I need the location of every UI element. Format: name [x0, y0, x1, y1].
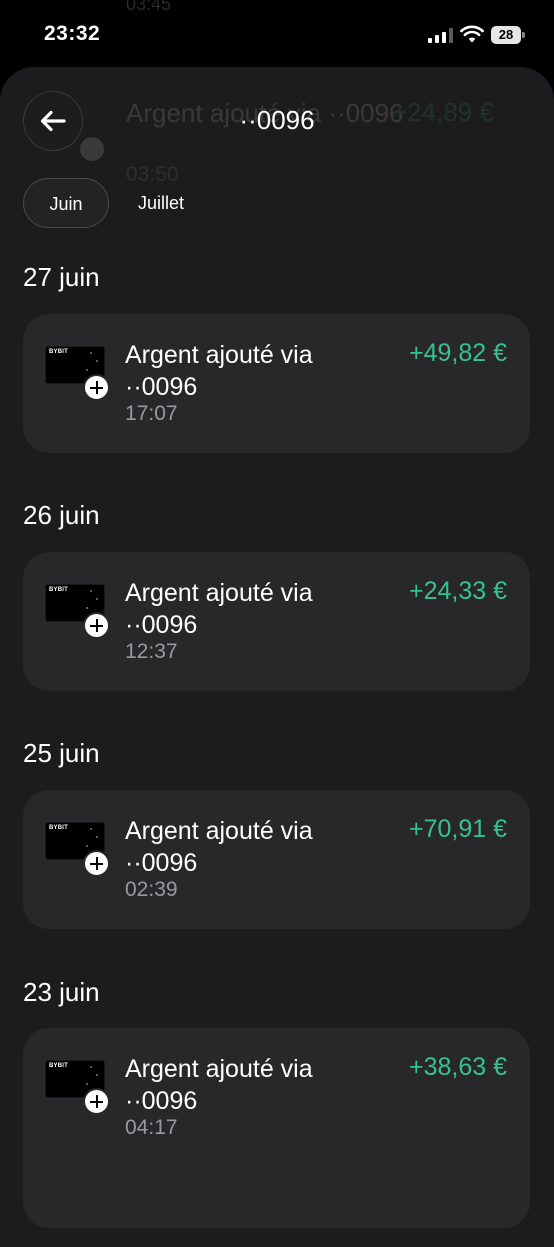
transaction-title: Argent ajouté via ··0096 — [125, 1055, 313, 1115]
transaction-time: 02:39 — [125, 878, 178, 901]
date-header: 25 juin — [23, 738, 100, 768]
date-header: 23 juin — [23, 977, 100, 1007]
status-bar: 03:45 23:32 28 — [0, 0, 554, 70]
status-ghost-time: 03:45 — [126, 0, 172, 14]
transaction-time: 12:37 — [125, 640, 178, 663]
date-header: 27 juin — [23, 262, 100, 292]
tab-juillet[interactable]: Juillet — [118, 178, 204, 228]
plus-icon — [83, 374, 110, 401]
plus-icon — [83, 850, 110, 877]
transactions-sheet: Argent ajouté via ··0096 +24,89 € 03:50 … — [0, 67, 554, 1247]
transaction-title: Argent ajouté via ··0096 — [125, 579, 313, 639]
transaction-card[interactable]: BYBIT Argent ajouté via ··0096 12:37 +24… — [23, 552, 530, 691]
transaction-title: Argent ajouté via ··0096 — [125, 341, 313, 401]
date-header: 26 juin — [23, 500, 100, 530]
battery-level: 28 — [491, 26, 521, 44]
plus-icon — [80, 137, 104, 161]
plus-icon — [83, 1088, 110, 1115]
plus-icon — [83, 612, 110, 639]
transaction-card[interactable]: BYBIT Argent ajouté via ··0096 17:07 +49… — [23, 314, 530, 453]
transaction-amount: +70,91 € — [408, 815, 507, 843]
transaction-card[interactable]: BYBIT Argent ajouté via ··0096 04:17 +38… — [23, 1028, 530, 1228]
cellular-signal-icon — [428, 28, 453, 43]
battery-icon: 28 — [491, 26, 525, 44]
tab-juin[interactable]: Juin — [23, 178, 109, 228]
transaction-amount: +38,63 € — [408, 1053, 507, 1081]
transaction-time: 17:07 — [125, 402, 178, 425]
status-time: 23:32 — [44, 22, 101, 45]
transaction-amount: +24,33 € — [408, 577, 507, 605]
transaction-title: Argent ajouté via ··0096 — [125, 817, 313, 877]
page-title: ··0096 — [239, 105, 315, 135]
transaction-amount: +49,82 € — [408, 339, 507, 367]
transaction-card[interactable]: BYBIT Argent ajouté via ··0096 02:39 +70… — [23, 790, 530, 929]
wifi-icon — [460, 25, 484, 43]
transaction-time: 04:17 — [125, 1116, 178, 1139]
